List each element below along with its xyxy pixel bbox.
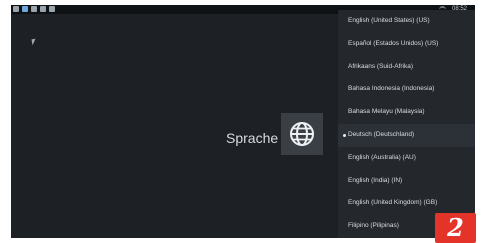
language-label: Deutsch (Deutschland) xyxy=(348,130,415,138)
language-option[interactable]: English (United States) (US) xyxy=(338,10,475,33)
camera-icon xyxy=(31,6,37,12)
settings-icon xyxy=(49,6,55,12)
language-list: English (United States) (US) Español (Est… xyxy=(338,10,475,238)
language-label: Bahasa Melayu (Malaysia) xyxy=(348,108,425,116)
language-option[interactable]: Bahasa Melayu (Malaysia) xyxy=(338,101,475,124)
language-option[interactable]: Deutsch (Deutschland) xyxy=(338,123,475,147)
selected-dot-icon xyxy=(343,133,346,137)
language-label: English (Australia) (AU) xyxy=(348,153,416,161)
language-label: Bahasa Indonesia (Indonesia) xyxy=(348,85,435,93)
language-label: Español (Estados Unidos) (US) xyxy=(348,39,439,47)
tv-screen: 08:52 Sprache English (United States) (U… xyxy=(11,5,475,238)
tv-icon xyxy=(22,6,28,12)
language-label: English (United Kingdom) (GB) xyxy=(348,199,438,207)
language-option[interactable]: English (Australia) (AU) xyxy=(338,147,475,170)
language-option[interactable]: Bahasa Indonesia (Indonesia) xyxy=(338,78,475,101)
page-title: Sprache xyxy=(226,130,279,146)
status-icons xyxy=(13,6,55,12)
language-option[interactable]: English (India) (IN) xyxy=(338,170,475,193)
image-icon xyxy=(40,6,46,12)
language-option[interactable]: Afrikaans (Suid-Afrika) xyxy=(338,56,475,79)
mouse-cursor-icon xyxy=(31,38,37,46)
language-option[interactable]: Español (Estados Unidos) (US) xyxy=(338,33,475,56)
language-label: English (India) (IN) xyxy=(348,176,403,184)
step-number-badge: 2 xyxy=(435,213,476,243)
language-label: English (United States) (US) xyxy=(348,17,430,24)
notification-icon xyxy=(13,6,19,12)
language-option[interactable]: English (United Kingdom) (GB) xyxy=(338,192,475,215)
globe-icon xyxy=(281,113,323,155)
language-label: Filipino (Pilipinas) xyxy=(348,222,399,230)
language-label: Afrikaans (Suid-Afrika) xyxy=(348,62,414,70)
